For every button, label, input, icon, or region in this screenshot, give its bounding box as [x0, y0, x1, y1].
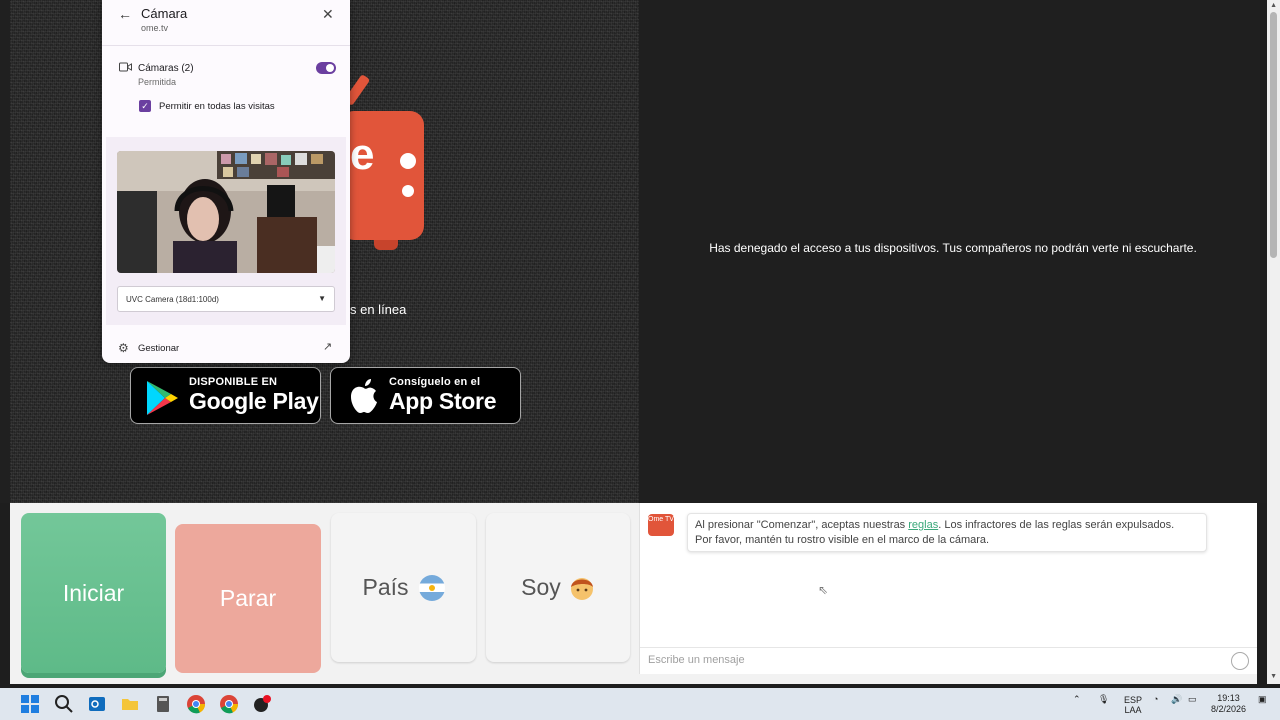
cameras-label: Cámaras (2)	[138, 63, 194, 74]
logo-stand	[374, 240, 398, 250]
country-button[interactable]: País	[331, 513, 476, 662]
chrome-icon[interactable]	[186, 694, 206, 714]
google-badge-small: DISPONIBLE EN	[189, 376, 278, 388]
calculator-icon[interactable]	[153, 694, 173, 714]
allow-all-checkbox[interactable]: ✓	[139, 100, 151, 112]
ome-avatar-icon: Ome TV	[648, 514, 674, 536]
close-icon[interactable]: ✕	[322, 6, 334, 23]
google-badge-big: Google Play	[189, 388, 319, 414]
emoji-icon[interactable]	[1231, 652, 1249, 670]
denied-message: Has denegado el acceso a tus dispositivo…	[709, 241, 1197, 255]
app-store-badge[interactable]: Consíguelo en el App Store	[330, 367, 521, 424]
camera-permission-toggle[interactable]	[316, 62, 336, 74]
message-part2: . Los infractores de las reglas serán ex…	[938, 519, 1175, 531]
allow-all-label: Permitir en todas las visitas	[159, 101, 275, 112]
wifi-icon[interactable]: ◔	[1153, 694, 1158, 704]
gender-button[interactable]: Soy	[486, 513, 630, 662]
record-app-icon[interactable]	[252, 694, 272, 714]
clock-date: 8/2/2026	[1211, 704, 1247, 714]
message-input[interactable]: Escribe un mensaje	[648, 654, 745, 666]
apple-badge-small: Consíguelo en el	[389, 376, 481, 388]
message-line2: Por favor, mantén tu rostro visible en e…	[695, 534, 990, 546]
windows-start-icon[interactable]	[20, 694, 40, 714]
battery-icon[interactable]: ▭	[1188, 694, 1197, 705]
external-link-icon[interactable]: ↗	[323, 340, 332, 353]
online-count-text: s en línea	[350, 302, 407, 317]
message-part1: Al presionar "Comenzar", aceptas nuestra…	[695, 519, 909, 531]
dropdown-arrow-icon: ▼	[318, 294, 326, 303]
popup-divider	[102, 45, 350, 46]
outlook-icon[interactable]	[87, 694, 107, 714]
popup-title: Cámara	[141, 6, 188, 21]
chat-input-divider	[640, 647, 1257, 648]
clock[interactable]: 19:13 8/2/2026	[1211, 693, 1246, 715]
camera-permission-popup: ← Cámara ome.tv ✕ Cámaras (2) Permitida …	[102, 0, 350, 363]
lang-bottom: LAA	[1124, 705, 1142, 715]
scrollbar-thumb[interactable]	[1270, 12, 1277, 258]
scroll-up-arrow-icon[interactable]: ▲	[1270, 2, 1277, 9]
left-edge	[0, 0, 10, 503]
google-play-icon	[147, 381, 178, 415]
camera-select-value: UVC Camera (18d1:100d)	[126, 295, 219, 304]
country-label: País	[362, 574, 409, 600]
stop-label: Parar	[219, 585, 277, 611]
tray-chevron-icon[interactable]: ⌃	[1073, 694, 1081, 705]
gear-icon: ⚙	[118, 341, 129, 355]
manage-link[interactable]: Gestionar	[138, 343, 179, 354]
rules-link[interactable]: reglas	[908, 519, 938, 531]
clock-time: 19:13	[1217, 693, 1240, 703]
back-arrow-icon[interactable]: ←	[118, 6, 132, 22]
stop-button[interactable]: Parar	[175, 524, 321, 673]
popup-domain: ome.tv	[141, 23, 169, 33]
start-label: Iniciar	[62, 579, 125, 606]
google-play-badge[interactable]: DISPONIBLE EN Google Play	[130, 367, 321, 424]
scroll-down-arrow-icon[interactable]: ▼	[1270, 673, 1277, 680]
gender-label: Soy	[521, 574, 561, 600]
apple-icon	[351, 379, 377, 413]
microphone-icon[interactable]: 🎙	[1098, 694, 1109, 705]
camera-preview	[117, 151, 335, 273]
cameras-status: Permitida	[138, 77, 177, 87]
camera-icon	[119, 62, 132, 72]
boy-emoji-icon	[570, 577, 593, 600]
notification-icon[interactable]: ▣	[1258, 694, 1267, 705]
logo-letter: e	[350, 130, 375, 179]
argentina-flag-icon	[418, 574, 445, 601]
chrome-active-icon[interactable]	[219, 694, 239, 714]
mouse-cursor-icon: ⇖	[818, 583, 829, 597]
start-button[interactable]: Iniciar	[21, 513, 166, 673]
search-icon[interactable]	[54, 694, 74, 714]
system-message: Al presionar "Comenzar", aceptas nuestra…	[687, 513, 1207, 552]
lang-top: ESP	[1124, 695, 1143, 705]
apple-badge-big: App Store	[389, 388, 497, 414]
language-indicator[interactable]: ESP LAA	[1124, 695, 1142, 715]
camera-select[interactable]: UVC Camera (18d1:100d) ▼	[117, 286, 335, 312]
volume-icon[interactable]: 🔊	[1171, 694, 1182, 705]
file-explorer-icon[interactable]	[120, 694, 140, 714]
